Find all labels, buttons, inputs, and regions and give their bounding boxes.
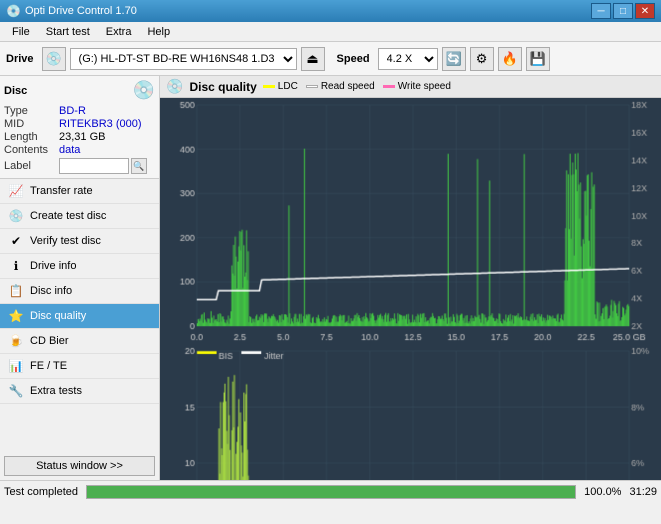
settings-btn[interactable]: ⚙ [470, 47, 494, 71]
disc-label-input[interactable] [59, 158, 129, 174]
time-label: 31:29 [629, 486, 657, 498]
menu-start-test[interactable]: Start test [38, 24, 98, 40]
menu-bar: File Start test Extra Help [0, 22, 661, 42]
disc-mid-value: RITEKBR3 (000) [59, 118, 142, 130]
nav-extra-tests[interactable]: 🔧 Extra tests [0, 379, 159, 404]
disc-contents-value: data [59, 144, 80, 156]
main-content: Disc 💿 Type BD-R MID RITEKBR3 (000) Leng… [0, 76, 661, 480]
speed-select[interactable]: 4.2 X [378, 48, 438, 70]
legend-ldc: LDC [263, 81, 298, 92]
status-window-button[interactable]: Status window >> [4, 456, 155, 476]
nav-extra-tests-label: Extra tests [30, 385, 82, 397]
disc-mid-row: MID RITEKBR3 (000) [4, 118, 155, 130]
ldc-color [263, 85, 275, 88]
progress-label: 100.0% [584, 486, 621, 498]
nav-fe-te-label: FE / TE [30, 360, 67, 372]
speed-label: Speed [337, 53, 370, 65]
nav-disc-info[interactable]: 📋 Disc info [0, 279, 159, 304]
read-speed-color [306, 85, 318, 88]
disc-type-label: Type [4, 105, 59, 117]
disc-length-label: Length [4, 131, 59, 143]
drive-toolbar: Drive 💿 (G:) HL-DT-ST BD-RE WH16NS48 1.D… [0, 42, 661, 76]
progress-bar [87, 486, 575, 498]
legend-read-speed: Read speed [306, 81, 375, 92]
legend-read-speed-label: Read speed [321, 81, 375, 92]
disc-label-label: Label [4, 160, 59, 172]
progress-container [86, 485, 576, 499]
legend-write-speed: Write speed [383, 81, 451, 92]
nav-drive-info-label: Drive info [30, 260, 76, 272]
eject-button[interactable]: ⏏ [301, 47, 325, 71]
chart-area: 💿 Disc quality LDC Read speed Write spee… [160, 76, 661, 480]
chart-header: 💿 Disc quality LDC Read speed Write spee… [160, 76, 661, 98]
menu-file[interactable]: File [4, 24, 38, 40]
legend-ldc-label: LDC [278, 81, 298, 92]
disc-label-row: Label 🔍 [4, 158, 155, 174]
drive-icon-btn[interactable]: 💿 [42, 47, 66, 71]
chart-legend: LDC Read speed Write speed [263, 81, 451, 92]
fe-te-icon: 📊 [8, 359, 24, 373]
minimize-button[interactable]: ─ [591, 3, 611, 19]
verify-test-disc-icon: ✔ [8, 234, 24, 248]
drive-select[interactable]: (G:) HL-DT-ST BD-RE WH16NS48 1.D3 [70, 48, 297, 70]
app-icon: 💿 [6, 4, 21, 18]
disc-length-row: Length 23,31 GB [4, 131, 155, 143]
disc-panel: Disc 💿 Type BD-R MID RITEKBR3 (000) Leng… [0, 76, 159, 179]
refresh-btn[interactable]: 🔄 [442, 47, 466, 71]
disc-type-value: BD-R [59, 105, 86, 117]
nav-verify-test-disc-label: Verify test disc [30, 235, 101, 247]
drive-info-icon: ℹ [8, 259, 24, 273]
title-bar: 💿 Opti Drive Control 1.70 ─ □ ✕ [0, 0, 661, 22]
window-controls: ─ □ ✕ [591, 3, 655, 19]
close-button[interactable]: ✕ [635, 3, 655, 19]
disc-length-value: 23,31 GB [59, 131, 105, 143]
window-title: Opti Drive Control 1.70 [25, 5, 591, 17]
disc-label-btn[interactable]: 🔍 [131, 158, 147, 174]
write-speed-color [383, 85, 395, 88]
sidebar: Disc 💿 Type BD-R MID RITEKBR3 (000) Leng… [0, 76, 160, 480]
legend-write-speed-label: Write speed [398, 81, 451, 92]
nav-fe-te[interactable]: 📊 FE / TE [0, 354, 159, 379]
bottom-chart [162, 346, 659, 480]
save-btn[interactable]: 💾 [526, 47, 550, 71]
nav-disc-quality[interactable]: ⭐ Disc quality [0, 304, 159, 329]
maximize-button[interactable]: □ [613, 3, 633, 19]
disc-quality-icon: ⭐ [8, 309, 24, 323]
nav-verify-test-disc[interactable]: ✔ Verify test disc [0, 229, 159, 254]
transfer-rate-icon: 📈 [8, 184, 24, 198]
nav-create-test-disc-label: Create test disc [30, 210, 106, 222]
nav-cd-bier-label: CD Bier [30, 335, 69, 347]
burn-btn[interactable]: 🔥 [498, 47, 522, 71]
nav-create-test-disc[interactable]: 💿 Create test disc [0, 204, 159, 229]
charts-container [160, 98, 661, 480]
chart-header-icon: 💿 [166, 78, 183, 95]
disc-info-icon: 📋 [8, 284, 24, 298]
nav-transfer-rate-label: Transfer rate [30, 185, 93, 197]
disc-image-icon: 💿 [133, 80, 155, 101]
nav-disc-info-label: Disc info [30, 285, 72, 297]
sidebar-nav: 📈 Transfer rate 💿 Create test disc ✔ Ver… [0, 179, 159, 452]
menu-help[interactable]: Help [139, 24, 178, 40]
chart-title: Disc quality [189, 80, 256, 94]
status-bar: Test completed 100.0% 31:29 [0, 480, 661, 502]
disc-panel-title: Disc [4, 85, 27, 97]
status-text: Test completed [4, 486, 78, 498]
disc-contents-row: Contents data [4, 144, 155, 156]
nav-disc-quality-label: Disc quality [30, 310, 86, 322]
disc-type-row: Type BD-R [4, 105, 155, 117]
top-chart [162, 100, 659, 346]
create-test-disc-icon: 💿 [8, 209, 24, 223]
extra-tests-icon: 🔧 [8, 384, 24, 398]
disc-mid-label: MID [4, 118, 59, 130]
drive-label: Drive [6, 53, 34, 65]
nav-drive-info[interactable]: ℹ Drive info [0, 254, 159, 279]
menu-extra[interactable]: Extra [98, 24, 140, 40]
cd-bier-icon: 🍺 [8, 334, 24, 348]
disc-contents-label: Contents [4, 144, 59, 156]
nav-transfer-rate[interactable]: 📈 Transfer rate [0, 179, 159, 204]
nav-cd-bier[interactable]: 🍺 CD Bier [0, 329, 159, 354]
